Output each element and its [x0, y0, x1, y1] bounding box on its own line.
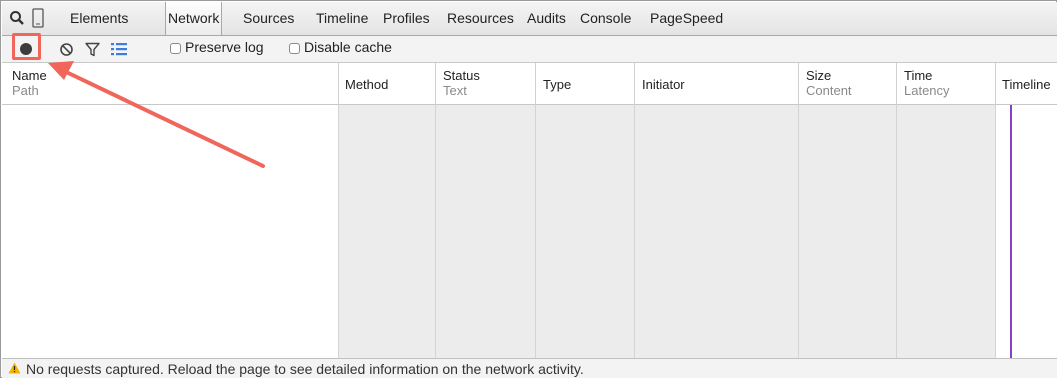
column-name-title[interactable]: Name — [12, 68, 47, 83]
network-toolbar: Preserve log Disable cache — [2, 33, 1057, 63]
tab-network[interactable]: Network — [165, 2, 223, 35]
grid-divider — [634, 105, 635, 358]
network-request-grid — [2, 105, 1057, 358]
column-method-title[interactable]: Method — [345, 77, 388, 92]
column-timeline-title[interactable]: Timeline — [1002, 77, 1051, 92]
timeline-event-marker — [1010, 105, 1012, 358]
grid-divider — [798, 105, 799, 358]
tab-pagespeed[interactable]: PageSpeed — [650, 2, 723, 35]
tab-audits[interactable]: Audits — [527, 2, 566, 35]
preserve-log-checkbox[interactable] — [170, 43, 181, 54]
devtools-window: Elements Network Sources Timeline Profil… — [0, 0, 1057, 378]
tab-console[interactable]: Console — [580, 2, 631, 35]
grid-column-time — [897, 105, 995, 358]
list-view-icon[interactable] — [111, 42, 127, 59]
column-time-title[interactable]: Time — [904, 68, 932, 83]
grid-column-status — [436, 105, 535, 358]
grid-divider — [896, 105, 897, 358]
preserve-log-label[interactable]: Preserve log — [185, 39, 264, 55]
tab-profiles[interactable]: Profiles — [383, 2, 430, 35]
devtools-tab-bar: Elements Network Sources Timeline Profil… — [2, 2, 1057, 36]
network-column-header: Name Path Method Status Text Type Initia… — [2, 63, 1057, 105]
grid-divider — [995, 105, 996, 358]
tab-sources[interactable]: Sources — [243, 2, 294, 35]
tab-timeline[interactable]: Timeline — [316, 2, 368, 35]
column-status-subtitle[interactable]: Text — [443, 83, 467, 98]
column-divider[interactable] — [634, 63, 635, 105]
column-divider[interactable] — [798, 63, 799, 105]
column-size-title[interactable]: Size — [806, 68, 831, 83]
tab-elements[interactable]: Elements — [70, 2, 128, 35]
disable-cache-label[interactable]: Disable cache — [304, 39, 392, 55]
column-divider[interactable] — [896, 63, 897, 105]
grid-column-initiator — [635, 105, 798, 358]
grid-divider — [535, 105, 536, 358]
grid-divider — [338, 105, 339, 358]
column-type-title[interactable]: Type — [543, 77, 571, 92]
column-time-subtitle[interactable]: Latency — [904, 83, 950, 98]
grid-column-method — [339, 105, 435, 358]
column-status-title[interactable]: Status — [443, 68, 480, 83]
warning-icon — [8, 362, 21, 377]
column-size-subtitle[interactable]: Content — [806, 83, 852, 98]
search-icon[interactable] — [9, 10, 25, 29]
disable-cache-checkbox[interactable] — [289, 43, 300, 54]
column-name-subtitle[interactable]: Path — [12, 83, 39, 98]
clear-icon[interactable] — [59, 42, 74, 60]
column-initiator-title[interactable]: Initiator — [642, 77, 685, 92]
grid-divider — [435, 105, 436, 358]
column-divider[interactable] — [535, 63, 536, 105]
grid-column-size — [799, 105, 896, 358]
column-divider[interactable] — [435, 63, 436, 105]
tab-resources[interactable]: Resources — [447, 2, 514, 35]
column-divider[interactable] — [995, 63, 996, 105]
column-divider[interactable] — [338, 63, 339, 105]
status-message: No requests captured. Reload the page to… — [26, 361, 584, 377]
filter-icon[interactable] — [85, 42, 100, 60]
grid-column-type — [536, 105, 634, 358]
network-status-bar: No requests captured. Reload the page to… — [2, 358, 1057, 378]
device-mode-icon[interactable] — [32, 8, 44, 31]
record-icon[interactable] — [19, 42, 33, 59]
